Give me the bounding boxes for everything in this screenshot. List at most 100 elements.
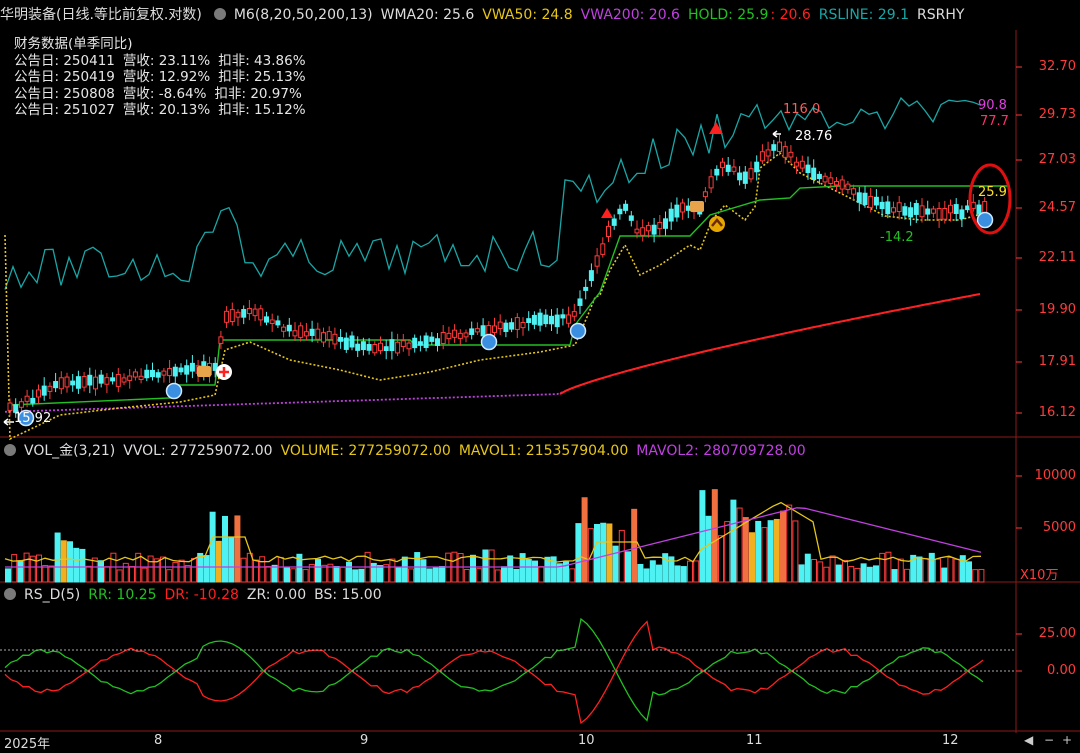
event-ball-icon[interactable] [569,322,587,340]
candle-body [953,204,959,214]
volume-bar [525,559,532,583]
candle-body [759,151,765,162]
candle-body [235,311,241,318]
rs-indicator-name[interactable]: RS_D(5) [24,587,80,603]
candle-body [640,227,646,236]
candle-body [338,337,344,342]
event-ball-icon[interactable] [165,382,183,400]
volume-bar [178,559,185,583]
volume-bar [879,552,886,583]
candle-body [326,331,332,341]
volume-bar [718,535,724,583]
candle-body [81,376,87,388]
candle-body [184,365,190,375]
volume-bar [147,555,154,583]
candle-body [891,207,896,213]
volume-bar [625,551,631,583]
kline-chart[interactable] [0,0,1080,753]
candle-body [799,160,805,169]
volume-bar [631,508,638,583]
volume-bar [798,564,805,583]
volume-bar [966,561,972,583]
candle-body [281,326,287,332]
volume-bar [129,566,135,583]
volume-bar [79,548,86,583]
volume-bar [5,568,11,583]
volume-bar [358,568,365,583]
settings-dot-icon[interactable] [4,588,16,600]
candle-body [412,337,418,349]
candle-body [429,336,435,342]
note-icon[interactable] [690,201,704,212]
volume-bar [953,558,960,583]
candle-body [839,179,845,190]
volume-bar [209,511,216,583]
note-icon[interactable] [197,366,211,377]
candle-body [788,151,794,158]
candle-body [264,316,269,323]
candle-body [748,168,754,180]
volume-bar [401,556,408,583]
volume-bar [817,561,824,583]
candle-body [275,320,281,326]
candle-body [685,205,691,211]
volume-bar [42,565,49,583]
low-price-label: 15.92 [14,411,52,426]
rs-tick: 25.00 [1038,626,1076,641]
candle-body [104,377,110,385]
volume-bar [426,568,433,583]
volume-bar [860,563,867,583]
volume-bar [321,564,328,583]
candle-body [252,308,258,317]
candle-body [543,314,549,325]
candle-body [93,376,98,390]
candle-body [435,338,440,346]
volume-bar [166,569,173,583]
candle-body [623,203,629,211]
candle-body [856,192,862,203]
candle-body [446,332,452,340]
price-tick: 19.90 [1038,302,1076,317]
volume-bar [780,510,786,583]
event-ball-icon[interactable] [976,211,994,229]
candle-body [440,331,446,344]
candle-body [121,377,127,383]
high-rs-label: 116.0 [783,102,821,117]
up-triangle-marker[interactable] [601,208,613,218]
candle-body [668,208,674,222]
candle-body [674,204,680,218]
settings-dot-icon[interactable] [4,444,16,456]
candle-body [167,368,173,377]
candle-body [269,319,275,325]
candle-body [913,203,919,215]
candle-body [115,373,121,387]
volume-bar [315,558,321,583]
volume-bar [829,555,836,583]
candle-body [229,309,235,323]
candle-body [600,243,606,255]
price-tick: 16.12 [1038,405,1076,420]
volume-bar [191,557,197,583]
volume-bar [749,532,755,583]
volume-bar [184,565,191,583]
candle-body [936,208,942,220]
price-tick: 24.57 [1038,200,1076,215]
candle-body [321,332,326,343]
volume-bar [439,566,445,583]
volume-bar [377,565,383,583]
volume-bar [792,520,799,583]
volume-bar [897,558,904,583]
rs-panel-header: RS_D(5) RR: 10.25 DR: -10.28 ZR: 0.00 BS: 15… [0,584,390,606]
volume-bar [73,547,80,583]
volume-bar [513,568,520,583]
volume-bar [482,549,489,583]
candle-body [292,330,298,337]
zoom-in-icon[interactable]: + [1062,733,1072,747]
bs-value: BS: 15.00 [314,587,382,603]
zoom-out-icon[interactable]: − [1044,733,1054,747]
scroll-left-icon[interactable]: ◀ [1024,733,1033,747]
volume-bar [488,549,495,583]
volume-bar [904,568,910,583]
event-ball-icon[interactable] [480,333,498,351]
vol-indicator-name[interactable]: VOL_金(3,21) [24,443,115,459]
